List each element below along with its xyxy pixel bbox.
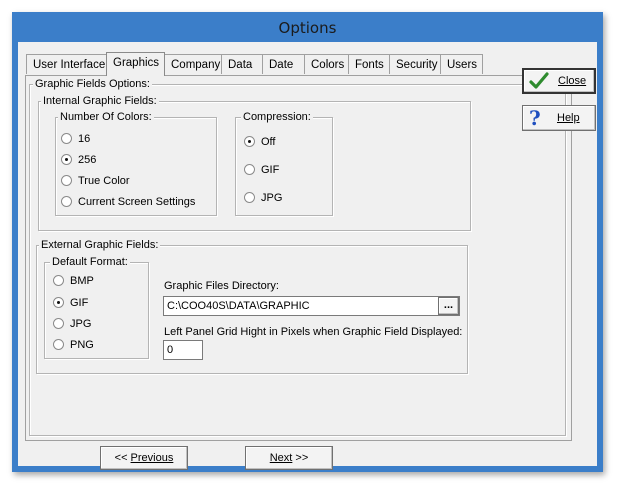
close-label: Close: [558, 75, 587, 87]
tab-label: Users: [447, 59, 478, 71]
grid-height-label: Left Panel Grid Hight in Pixels when Gra…: [164, 326, 463, 338]
radio-label: 16: [78, 133, 91, 145]
radio-colors-16[interactable]: [61, 133, 72, 144]
next-suffix: >>: [292, 452, 309, 464]
window-title: Options: [278, 19, 337, 37]
tab-label: Colors: [311, 59, 345, 71]
graphic-directory-input[interactable]: C:\COO40S\DATA\GRAPHIC: [163, 296, 460, 316]
tab-users[interactable]: Users: [440, 54, 483, 74]
directory-value: C:\COO40S\DATA\GRAPHIC: [167, 300, 310, 312]
tab-label: Company: [171, 59, 221, 71]
tab-user-interface[interactable]: User Interface: [26, 54, 107, 74]
tab-label: Graphics: [113, 57, 160, 69]
graphics-tab-panel: Graphic Fields Options: Internal Graphic…: [25, 75, 572, 441]
group-title: Graphic Fields Options:: [33, 77, 152, 91]
radio-label: True Color: [78, 175, 130, 187]
radio-colors-256[interactable]: [61, 154, 72, 165]
tab-label: User Interface: [33, 59, 106, 71]
radio-colors-true-color[interactable]: [61, 175, 72, 186]
radio-label: 256: [78, 154, 97, 166]
dialog-client-area: User Interface Graphics Company Data Dat…: [18, 42, 597, 470]
group-title: External Graphic Fields:: [39, 238, 161, 252]
previous-button[interactable]: << Previous: [100, 446, 188, 470]
group-title: Compression:: [241, 110, 313, 124]
help-label: Help: [557, 112, 580, 124]
radio-compression-jpg[interactable]: [244, 192, 255, 203]
tab-colors[interactable]: Colors: [304, 54, 349, 74]
radio-label: GIF: [70, 297, 89, 309]
radio-label: BMP: [70, 275, 94, 287]
group-title: Default Format:: [50, 255, 130, 269]
default-format-group: Default Format: BMP GIF JPG PNG: [44, 255, 149, 359]
graphic-fields-options-group: Graphic Fields Options: Internal Graphic…: [29, 77, 566, 436]
radio-label: GIF: [261, 164, 280, 176]
grid-height-input[interactable]: 0: [163, 340, 203, 360]
radio-label: PNG: [70, 339, 94, 351]
radio-label: Current Screen Settings: [78, 196, 196, 208]
group-title: Number Of Colors:: [58, 110, 154, 124]
tab-data[interactable]: Data: [221, 54, 263, 74]
tab-security[interactable]: Security: [389, 54, 441, 74]
browse-directory-button[interactable]: ...: [438, 297, 459, 315]
radio-colors-current-screen[interactable]: [61, 196, 72, 207]
radio-compression-off[interactable]: [244, 136, 255, 147]
radio-format-png[interactable]: [53, 339, 64, 350]
options-dialog: Options User Interface Graphics Company …: [12, 12, 603, 472]
question-mark-icon: ?: [529, 106, 541, 130]
check-mark-icon: [529, 71, 549, 94]
radio-label: Off: [261, 136, 276, 148]
previous-prefix: <<: [114, 452, 131, 464]
tab-date[interactable]: Date: [262, 54, 305, 74]
radio-format-gif[interactable]: [53, 297, 64, 308]
tab-fonts[interactable]: Fonts: [348, 54, 390, 74]
radio-format-bmp[interactable]: [53, 275, 64, 286]
radio-compression-gif[interactable]: [244, 164, 255, 175]
close-button[interactable]: Close: [522, 68, 596, 94]
radio-format-jpg[interactable]: [53, 318, 64, 329]
tab-label: Security: [396, 59, 438, 71]
next-label: Next: [269, 452, 293, 464]
radio-label: JPG: [70, 318, 92, 330]
browse-label: ...: [443, 299, 454, 311]
compression-group: Compression: Off GIF JPG: [235, 110, 333, 216]
tab-label: Data: [228, 59, 253, 71]
next-button[interactable]: Next >>: [245, 446, 333, 470]
internal-graphic-fields-group: Internal Graphic Fields: Number Of Color…: [38, 94, 471, 231]
grid-height-value: 0: [167, 344, 174, 356]
help-button[interactable]: ? Help: [522, 105, 596, 131]
group-title: Internal Graphic Fields:: [41, 94, 159, 108]
tab-graphics[interactable]: Graphics: [106, 52, 165, 76]
tab-company[interactable]: Company: [164, 54, 222, 74]
previous-label: Previous: [130, 452, 174, 464]
directory-label: Graphic Files Directory:: [164, 280, 279, 292]
tab-label: Date: [269, 59, 294, 71]
radio-label: JPG: [261, 192, 283, 204]
tab-label: Fonts: [355, 59, 384, 71]
external-graphic-fields-group: External Graphic Fields: Default Format:…: [36, 238, 468, 374]
number-of-colors-group: Number Of Colors: 16 256 True Color Curr…: [55, 110, 217, 216]
